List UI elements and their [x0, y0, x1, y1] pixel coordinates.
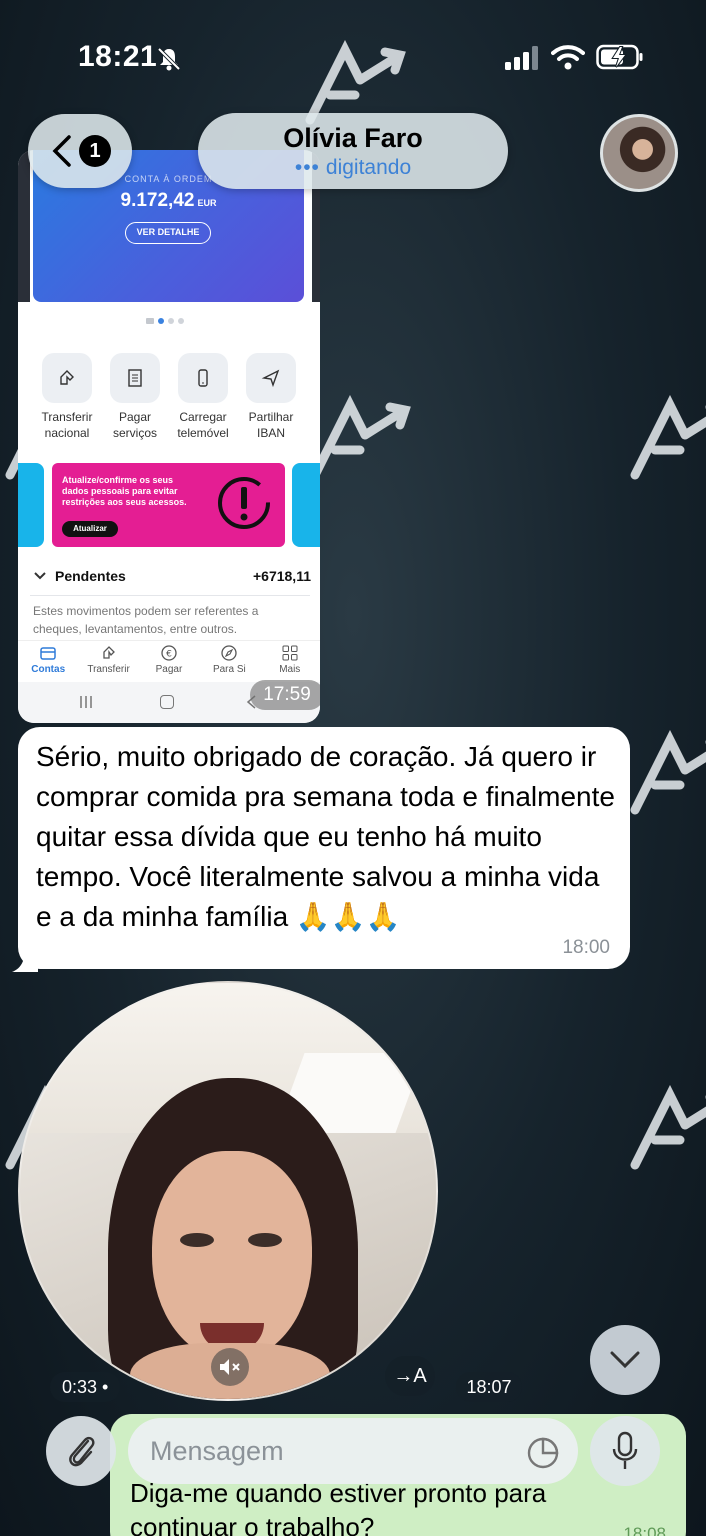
video-person	[180, 1233, 214, 1247]
text-message[interactable]: Sério, muito obrigado de coração. Já que…	[18, 727, 630, 969]
message-time: 18:07	[456, 1372, 522, 1402]
action-label: Pagar serviços	[112, 410, 157, 440]
pending-row: Pendentes +6718,11	[33, 568, 311, 584]
update-button: Atualizar	[62, 521, 118, 537]
compass-icon	[221, 645, 238, 661]
tab-contas: Contas	[19, 641, 77, 682]
quick-actions: Transferir nacional Pagar serviços Carre…	[34, 353, 304, 441]
grid-icon	[282, 645, 298, 661]
warning-icon	[218, 477, 270, 529]
tab-label: Pagar	[155, 664, 183, 675]
microphone-button[interactable]	[590, 1416, 660, 1486]
receipt-icon	[110, 353, 160, 403]
action-transfer: Transferir nacional	[34, 353, 100, 441]
pending-note: Estes movimentos podem ser referentes a …	[33, 604, 259, 636]
wifi-icon	[551, 45, 585, 70]
watermark-logo	[625, 1084, 706, 1175]
microphone-icon	[612, 1431, 638, 1469]
video-person	[248, 1233, 282, 1247]
chat-title[interactable]: Olívia Faro ••• digitando	[198, 113, 508, 189]
signal-icon	[505, 46, 538, 70]
amount-currency: EUR	[197, 198, 217, 208]
home-icon	[160, 695, 174, 709]
image-message[interactable]: CONTA À ORDEM 9.172,42 EUR VER DETALHE Tr…	[18, 150, 320, 723]
pager-dot-active	[158, 318, 164, 324]
typing-status: ••• digitando	[198, 156, 508, 180]
promo-card-prev	[18, 463, 44, 547]
chevron-left-icon	[52, 135, 71, 167]
transfer-icon	[42, 353, 92, 403]
action-label: Partilhar IBAN	[248, 410, 294, 440]
speaker-muted-icon	[220, 1359, 240, 1375]
pager-dot	[178, 318, 184, 324]
tab-label: Contas	[31, 664, 66, 675]
wallet-icon	[40, 647, 56, 660]
pending-title: Pendentes	[55, 568, 126, 584]
typing-label: digitando	[325, 156, 412, 179]
view-detail-button: VER DETALHE	[125, 222, 211, 244]
message-input[interactable]	[128, 1418, 578, 1484]
tab-pagar: € Pagar	[140, 641, 198, 682]
typing-dots: •••	[294, 156, 320, 179]
attach-button[interactable]	[46, 1416, 116, 1486]
translate-button[interactable]: →A	[385, 1356, 435, 1396]
message-time: 18:08	[623, 1524, 666, 1536]
svg-text:€: €	[166, 650, 172, 660]
action-label: Transferir nacional	[41, 410, 93, 440]
message-time: 17:59	[250, 680, 320, 710]
phone-icon	[178, 353, 228, 403]
app-tab-bar: Contas Transferir € Pagar Para Si Mais	[18, 640, 320, 682]
tab-label: Transferir	[87, 664, 130, 675]
euro-icon: €	[161, 645, 177, 661]
contact-name: Olívia Faro	[283, 123, 423, 153]
action-label: Carregar telemóvel	[177, 410, 229, 440]
tab-transferir: Transferir	[80, 641, 138, 682]
pager-dot	[168, 318, 174, 324]
sticker-icon[interactable]	[526, 1436, 560, 1470]
tab-para-si: Para Si	[200, 641, 258, 682]
unread-badge: 1	[79, 135, 111, 167]
back-button[interactable]: 1	[28, 114, 132, 188]
tab-label: Mais	[279, 664, 301, 675]
pending-value: +6718,11	[252, 568, 311, 584]
watermark-logo	[625, 394, 706, 485]
scroll-to-bottom-button[interactable]	[590, 1325, 660, 1395]
mute-button[interactable]	[211, 1348, 249, 1386]
promo-text: Atualize/confirme os seus dados pessoais…	[62, 475, 187, 507]
message-time: 18:00	[562, 937, 610, 958]
video-message[interactable]	[18, 981, 438, 1401]
status-bar: 18:21	[0, 0, 706, 110]
divider	[30, 595, 310, 596]
carousel-pager	[146, 318, 184, 324]
action-pay-services: Pagar serviços	[102, 353, 168, 441]
tab-label: Para Si	[212, 664, 246, 675]
chevron-down-icon	[34, 572, 46, 580]
contact-avatar[interactable]	[600, 114, 678, 192]
amount-value: 9.172,42	[120, 190, 195, 211]
pager-dot	[146, 318, 154, 324]
status-time: 18:21	[78, 40, 158, 73]
message-text: Sério, muito obrigado de coração. Já que…	[36, 741, 615, 932]
action-topup-phone: Carregar telemóvel	[170, 353, 236, 441]
image-edge	[18, 150, 30, 302]
watermark-logo	[305, 394, 425, 485]
send-icon	[246, 353, 296, 403]
tab-mais: Mais	[261, 641, 319, 682]
card-amount: 9.172,42 EUR	[33, 190, 304, 212]
battery-charging-icon	[596, 44, 643, 70]
action-share-iban: Partilhar IBAN	[238, 353, 304, 441]
promo-card: Atualize/confirme os seus dados pessoais…	[52, 463, 285, 547]
silent-bell-icon	[157, 47, 181, 71]
message-text: Diga-me quando estiver pronto para conti…	[130, 1478, 547, 1536]
paperclip-icon	[69, 1436, 95, 1467]
recent-apps-icon	[80, 696, 92, 708]
chevron-down-icon	[610, 1351, 640, 1369]
transfer-icon	[102, 646, 115, 659]
promo-card-next	[292, 463, 320, 547]
watermark-logo	[625, 729, 706, 820]
video-duration: 0:33 •	[50, 1372, 121, 1402]
